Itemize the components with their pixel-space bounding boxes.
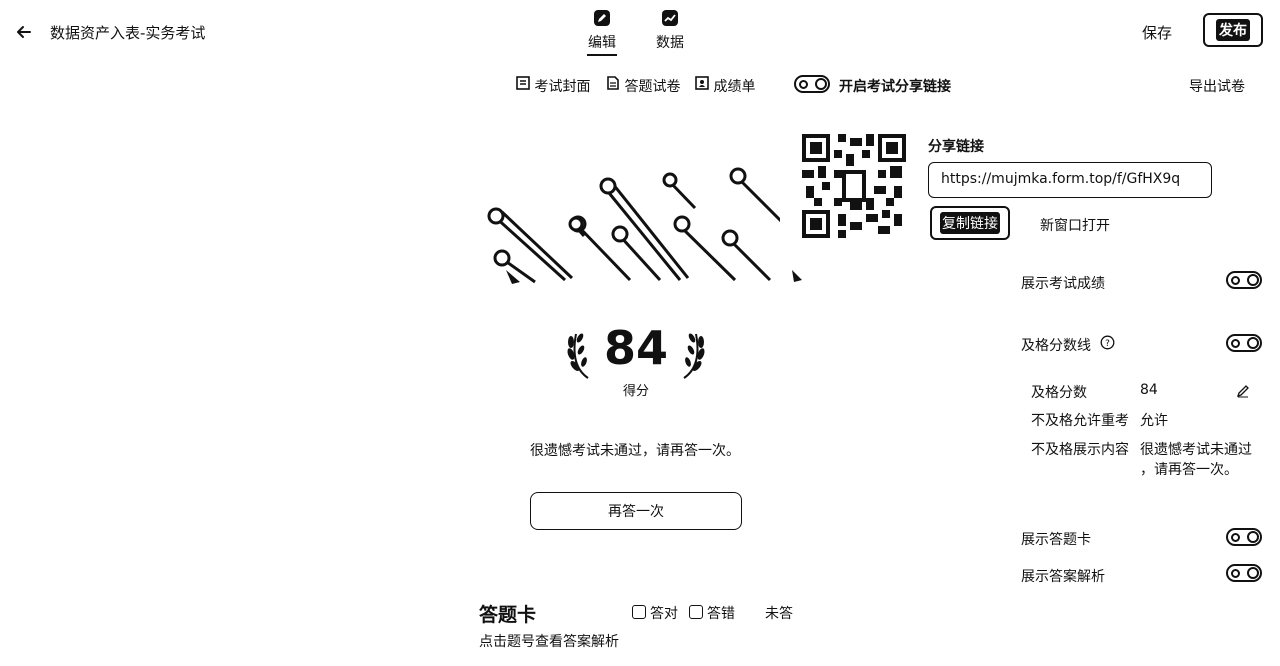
share-url-field[interactable]: https://mujmka.form.top/f/GfHX9q <box>928 162 1212 198</box>
pass-score-key: 及格分数 <box>1031 385 1087 401</box>
open-new-window-button[interactable]: 新窗口打开 <box>1040 215 1110 235</box>
stripe-2 <box>493 249 536 284</box>
result-message: 很遗憾考试未通过，请再答一次。 <box>530 443 740 459</box>
stripe-1 <box>487 207 574 282</box>
show-card-toggle[interactable] <box>1226 528 1262 546</box>
copy-link-label: 复制链接 <box>940 212 1000 234</box>
edit-icon <box>594 10 610 26</box>
retake-key: 不及格允许重考 <box>1031 413 1129 429</box>
copy-link-button[interactable]: 复制链接 <box>930 206 1010 240</box>
tab-edit-label: 编辑 <box>588 35 616 51</box>
export-button[interactable]: 导出试卷 <box>1189 76 1245 96</box>
publish-label: 发布 <box>1216 19 1250 41</box>
qr-code <box>802 134 906 238</box>
answer-card-title: 答题卡 <box>479 604 537 626</box>
checkbox-icon <box>689 605 703 619</box>
decorative-banner <box>487 167 802 284</box>
tab-data-label: 数据 <box>656 35 684 51</box>
fail-content-value-line1: 很遗憾考试未通过 <box>1140 442 1252 458</box>
fail-content-key: 不及格展示内容 <box>1031 442 1129 458</box>
score-value: 84 <box>603 321 668 375</box>
tab-data[interactable]: 数据 <box>652 8 688 52</box>
share-toggle-label: 开启考试分享链接 <box>839 79 951 95</box>
checkbox-icon <box>632 605 646 619</box>
stripe-7 <box>721 229 772 282</box>
share-link-toggle[interactable] <box>794 75 830 93</box>
subnav-cover-label: 考试封面 <box>534 79 591 95</box>
pass-line-label: 及格分数线 <box>1021 338 1091 354</box>
pass-line-toggle[interactable] <box>1226 334 1262 352</box>
retake-value: 允许 <box>1140 413 1168 429</box>
svg-text:?: ? <box>1105 339 1110 349</box>
share-popup: 分享链接 https://mujmka.form.top/f/GfHX9q 复制… <box>780 120 1240 265</box>
pass-score-value: 84 <box>1140 382 1158 398</box>
legend-correct: 答对 <box>632 603 678 623</box>
report-icon <box>695 76 709 90</box>
cover-icon <box>516 76 530 90</box>
stripe-6 <box>673 215 737 282</box>
document-icon <box>607 76 619 90</box>
subnav-paper-label: 答题试卷 <box>624 79 681 95</box>
legend-wrong: 答错 <box>689 603 735 623</box>
score-label: 得分 <box>622 384 649 399</box>
subnav-report[interactable]: 成绩单 <box>695 76 755 96</box>
chart-icon <box>662 10 678 26</box>
share-title: 分享链接 <box>928 139 984 155</box>
subnav-paper[interactable]: 答题试卷 <box>606 76 680 96</box>
stripe-10 <box>568 216 586 237</box>
show-analysis-label: 展示答案解析 <box>1021 569 1105 585</box>
back-button[interactable] <box>14 22 34 42</box>
subnav-cover[interactable]: 考试封面 <box>516 76 590 96</box>
fail-content-value-line2: ，请再答一次。 <box>1140 462 1238 478</box>
retry-button[interactable]: 再答一次 <box>530 492 742 530</box>
answer-card-hint: 点击题号查看答案解析 <box>479 634 619 650</box>
page-title: 数据资产入表-实务考试 <box>50 24 206 42</box>
save-button[interactable]: 保存 <box>1142 22 1172 43</box>
laurel-right-icon <box>683 333 705 379</box>
subnav-report-label: 成绩单 <box>713 79 756 95</box>
tab-edit[interactable]: 编辑 <box>584 8 620 56</box>
laurel-left-icon <box>567 333 589 379</box>
show-score-toggle[interactable] <box>1226 271 1262 289</box>
show-score-label: 展示考试成绩 <box>1021 276 1105 292</box>
arrow-left-icon <box>17 26 31 38</box>
show-card-label: 展示答题卡 <box>1021 532 1091 548</box>
pencil-icon[interactable] <box>1236 384 1250 398</box>
tab-active-indicator <box>587 54 617 56</box>
stripe-9 <box>662 172 697 210</box>
legend-unanswered: 未答 <box>765 606 793 622</box>
show-analysis-toggle[interactable] <box>1226 564 1262 582</box>
help-icon[interactable]: ? <box>1100 335 1115 350</box>
publish-button[interactable]: 发布 <box>1203 13 1263 47</box>
retry-label: 再答一次 <box>608 504 664 520</box>
share-url-text: https://mujmka.form.top/f/GfHX9q <box>941 171 1181 187</box>
